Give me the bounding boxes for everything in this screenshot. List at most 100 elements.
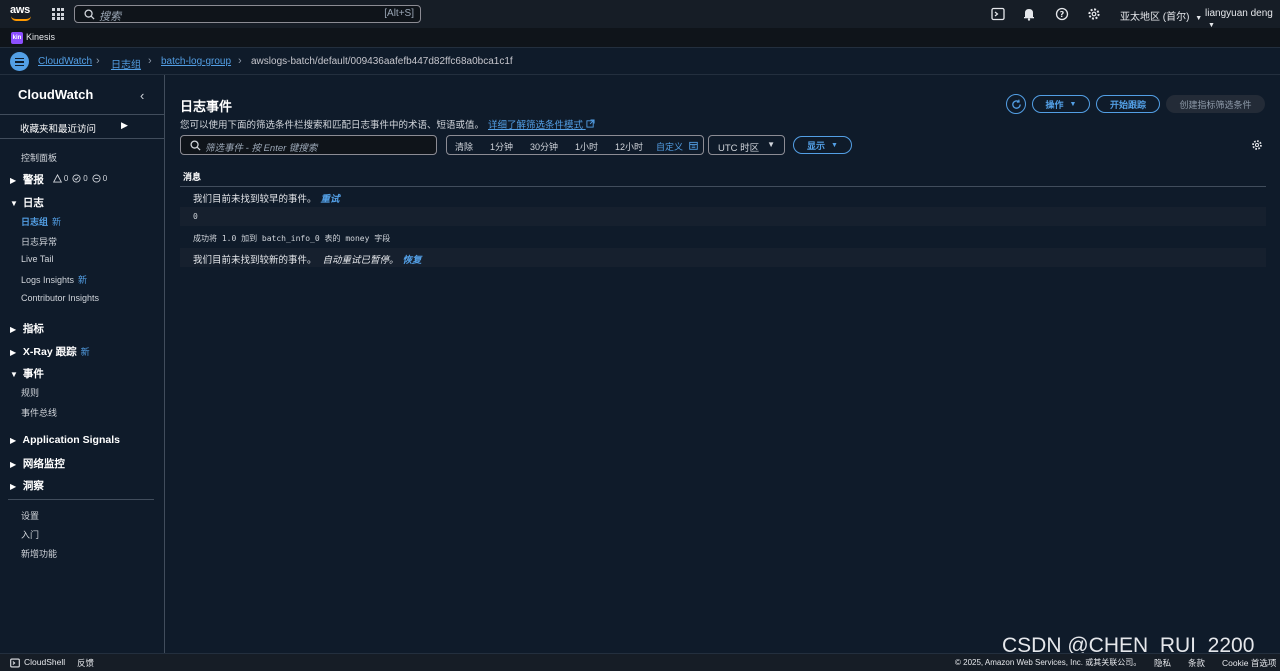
sidebar-item-settings[interactable]: 设置 bbox=[21, 509, 39, 522]
sidebar-item-logs-insights[interactable]: Logs Insights 新 bbox=[21, 273, 87, 286]
breadcrumb-current-log-stream: awslogs-batch/default/009436aafefb447d82… bbox=[251, 56, 513, 67]
aws-smile-icon bbox=[11, 16, 31, 21]
create-metric-filter-button[interactable]: 创建指标筛选条件 bbox=[1166, 95, 1265, 113]
footer-cloudshell[interactable]: CloudShell bbox=[24, 657, 65, 667]
sidebar-item-getting-started[interactable]: 入门 bbox=[21, 528, 39, 541]
table-row[interactable]: 成功将 1.0 加到 batch_info_0 表的 money 字段 bbox=[180, 228, 1266, 247]
collapse-sidebar-icon[interactable]: ‹ bbox=[140, 88, 144, 103]
time-option-1m[interactable]: 1分钟 bbox=[490, 140, 513, 153]
page-description: 您可以使用下面的筛选条件栏搜索和匹配日志事件中的术语、短语或值。 详细了解筛选条件… bbox=[180, 117, 595, 131]
region-selector[interactable]: 亚太地区 (首尔) ▼ bbox=[1120, 8, 1202, 23]
caret-down-icon: ▼ bbox=[10, 370, 18, 379]
sidebar-title[interactable]: CloudWatch bbox=[18, 87, 93, 102]
display-label: 显示 bbox=[807, 140, 826, 151]
kinesis-shortcut[interactable]: Kinesis bbox=[26, 32, 55, 42]
log-message: 成功将 1.0 加到 batch_info_0 表的 money 字段 bbox=[193, 234, 391, 243]
time-option-custom[interactable]: 自定义 bbox=[656, 140, 683, 153]
breadcrumb: CloudWatch › 日志组 › batch-log-group › aws… bbox=[0, 48, 1280, 75]
start-tailing-button[interactable]: 开始跟踪 bbox=[1096, 95, 1160, 113]
time-range-selector: 清除 1分钟 30分钟 1小时 12小时 自定义 bbox=[446, 135, 704, 155]
alarm-status-counts: 0 0 0 bbox=[52, 174, 108, 183]
preferences-gear-icon[interactable] bbox=[1251, 139, 1263, 151]
description-text: 您可以使用下面的筛选条件栏搜索和匹配日志事件中的术语、短语或值。 bbox=[180, 120, 485, 131]
sidebar-section-logs[interactable]: ▼ 日志 bbox=[10, 195, 44, 210]
sidebar-item-log-groups[interactable]: 日志组新 bbox=[21, 215, 61, 228]
calendar-icon[interactable] bbox=[689, 141, 698, 150]
table-row: 我们目前未找到较早的事件。 重试 bbox=[180, 187, 1266, 206]
chevron-right-icon: › bbox=[148, 55, 152, 67]
aws-logo-text: aws bbox=[10, 4, 30, 16]
account-menu[interactable]: liangyuan deng ▼ bbox=[1205, 8, 1280, 30]
resume-link[interactable]: 恢复 bbox=[403, 255, 422, 266]
sidebar-favorites-recents[interactable]: 收藏夹和最近访问 ▶ bbox=[0, 114, 164, 139]
auto-retry-paused-text: 自动重试已暂停。 bbox=[322, 255, 399, 266]
column-header-message: 消息 bbox=[183, 172, 202, 182]
sidebar-item-whats-new[interactable]: 新增功能 bbox=[21, 547, 57, 560]
sidebar-section-events[interactable]: ▼ 事件 bbox=[10, 366, 44, 381]
time-option-12h[interactable]: 12小时 bbox=[615, 140, 643, 153]
caret-down-icon: ▼ bbox=[1069, 100, 1077, 108]
time-option-clear[interactable]: 清除 bbox=[455, 140, 473, 153]
sidebar-section-xray[interactable]: ▶ X-Ray 跟踪新 bbox=[10, 344, 90, 359]
sidebar-divider bbox=[8, 499, 154, 500]
sidebar-item-live-tail[interactable]: Live Tail bbox=[21, 254, 53, 264]
aws-logo[interactable]: aws bbox=[10, 5, 34, 23]
search-shortcut: [Alt+S] bbox=[384, 8, 414, 19]
caret-right-icon: ▶ bbox=[10, 176, 17, 185]
sidebar-item-event-buses[interactable]: 事件总线 bbox=[21, 406, 57, 419]
start-tailing-label: 开始跟踪 bbox=[1109, 99, 1146, 110]
favorites-label: 收藏夹和最近访问 bbox=[20, 124, 97, 135]
sidebar-section-application-signals[interactable]: ▶ Application Signals bbox=[10, 434, 120, 446]
caret-right-icon: ▶ bbox=[10, 436, 17, 445]
display-button[interactable]: 显示 ▼ bbox=[793, 136, 852, 154]
learn-more-link[interactable]: 详细了解筛选条件模式 bbox=[488, 119, 595, 131]
breadcrumb-log-groups[interactable]: 日志组 bbox=[111, 56, 141, 71]
footer-copyright: © 2025, Amazon Web Services, Inc. 或其关联公司… bbox=[955, 658, 1142, 667]
services-grid-icon[interactable] bbox=[52, 8, 64, 20]
sidebar-item-label: 日志组 bbox=[21, 217, 49, 227]
filter-events-input[interactable]: 筛选事件 - 按 Enter 键搜索 bbox=[180, 135, 437, 155]
sidebar-item-rules[interactable]: 规则 bbox=[21, 386, 39, 399]
actions-button[interactable]: 操作 ▼ bbox=[1032, 95, 1090, 113]
footer-feedback[interactable]: 反馈 bbox=[77, 657, 94, 669]
time-option-30m[interactable]: 30分钟 bbox=[530, 140, 558, 153]
footer: CloudShell 反馈 © 2025, Amazon Web Service… bbox=[0, 653, 1280, 671]
table-row[interactable]: 0 bbox=[180, 207, 1266, 226]
time-option-1h[interactable]: 1小时 bbox=[575, 140, 598, 153]
application-signals-label: Application Signals bbox=[22, 434, 120, 446]
sidebar-section-alarms[interactable]: ▶ 警报 0 0 0 bbox=[10, 172, 107, 187]
notifications-bell-icon[interactable] bbox=[1022, 7, 1036, 21]
breadcrumb-cloudwatch[interactable]: CloudWatch bbox=[38, 56, 92, 67]
footer-cookie-preferences[interactable]: Cookie 首选项 bbox=[1222, 657, 1276, 669]
new-badge: 新 bbox=[80, 347, 90, 357]
sidebar-item-log-anomalies[interactable]: 日志异常 bbox=[21, 235, 57, 248]
refresh-button[interactable] bbox=[1006, 94, 1026, 114]
sidebar-section-metrics[interactable]: ▶ 指标 bbox=[10, 321, 44, 336]
sidebar-item-dashboards[interactable]: 控制面板 bbox=[21, 151, 57, 164]
search-icon bbox=[84, 9, 95, 20]
settings-gear-icon[interactable] bbox=[1087, 7, 1101, 21]
footer-terms[interactable]: 条款 bbox=[1188, 657, 1205, 669]
insufficient-count: 0 bbox=[102, 174, 108, 183]
cloudshell-icon[interactable] bbox=[991, 7, 1005, 21]
caret-down-icon: ▼ bbox=[767, 140, 775, 149]
new-badge: 新 bbox=[78, 275, 88, 285]
region-label: 亚太地区 (首尔) bbox=[1120, 12, 1190, 23]
footer-privacy[interactable]: 隐私 bbox=[1154, 657, 1171, 669]
help-icon[interactable]: ? bbox=[1055, 7, 1069, 21]
cloudshell-icon[interactable] bbox=[10, 658, 20, 668]
logs-label: 日志 bbox=[22, 197, 44, 209]
retry-link[interactable]: 重试 bbox=[321, 194, 340, 205]
sidebar-section-insights[interactable]: ▶ 洞察 bbox=[10, 478, 44, 493]
no-older-events-message: 我们目前未找到较早的事件。 重试 bbox=[193, 191, 340, 205]
warning-icon bbox=[52, 174, 62, 183]
caret-right-icon: ▶ bbox=[10, 460, 17, 469]
breadcrumb-batch-log-group[interactable]: batch-log-group bbox=[161, 56, 231, 67]
side-navigation-toggle-icon[interactable] bbox=[10, 52, 29, 71]
sidebar-section-network-monitoring[interactable]: ▶ 网络监控 bbox=[10, 456, 65, 471]
sidebar-item-contributor-insights[interactable]: Contributor Insights bbox=[21, 293, 99, 303]
top-navigation-bar: aws 搜索 [Alt+S] ? 亚太地区 (首尔) ▼ liangyuan d… bbox=[0, 0, 1280, 30]
global-search-input[interactable]: 搜索 [Alt+S] bbox=[74, 5, 421, 23]
timezone-select[interactable]: UTC 时区 ▼ bbox=[708, 135, 785, 155]
xray-label: X-Ray 跟踪 bbox=[22, 346, 77, 358]
